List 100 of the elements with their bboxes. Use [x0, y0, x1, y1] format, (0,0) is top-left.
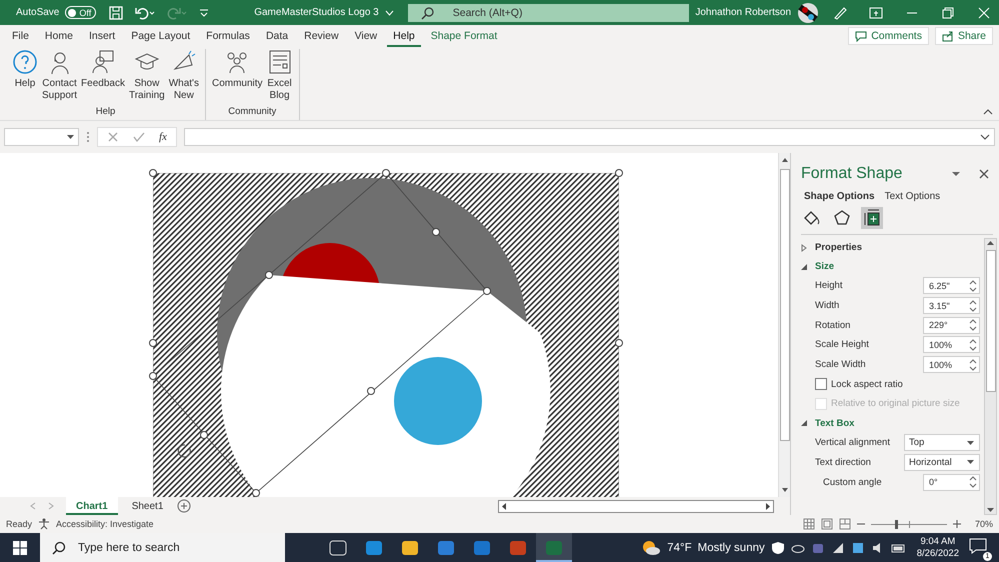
notifications-icon[interactable] [969, 538, 987, 554]
section-header[interactable]: Size [801, 257, 980, 276]
field-label: Height [815, 280, 844, 292]
start-icon[interactable] [12, 540, 28, 556]
ribbon-tab[interactable]: Shape Format [424, 25, 504, 47]
panel-title: Format Shape [801, 165, 902, 183]
ribbon-tab[interactable]: Page Layout [125, 25, 196, 47]
ribbon-tab[interactable]: Review [298, 25, 345, 47]
ribbon-button[interactable]: Help [10, 49, 40, 102]
comments-button[interactable]: Comments [848, 27, 929, 45]
spin-arrows-icon[interactable] [969, 338, 977, 351]
spin-arrows-icon[interactable] [969, 358, 977, 371]
ribbon-button[interactable]: Show Training [126, 49, 167, 102]
normal-view-icon[interactable] [802, 518, 815, 530]
ribbon-tab[interactable]: Help [387, 25, 421, 47]
field-label: Rotation [815, 320, 852, 331]
insert-function-button[interactable]: fx [159, 131, 167, 143]
panel-tab[interactable]: Shape Options [804, 191, 875, 202]
save-icon[interactable] [108, 4, 124, 20]
dropdown[interactable]: Horizontal [904, 454, 980, 471]
close-icon[interactable] [976, 4, 992, 20]
group-label: Community [228, 106, 276, 117]
formula-input[interactable] [184, 128, 995, 146]
accessibility-status[interactable]: Accessibility: Investigate [56, 519, 154, 529]
spin-field[interactable]: 100% [923, 336, 980, 354]
collapsed-icon [801, 244, 809, 252]
collapse-ribbon-icon[interactable] [983, 108, 993, 116]
checkbox-label: Relative to original picture size [831, 398, 960, 410]
status-mode: Ready [6, 519, 32, 529]
clock-time[interactable]: 9:04 AM [920, 536, 956, 548]
size-properties-tab[interactable] [861, 207, 883, 229]
ribbon-tab[interactable]: View [348, 25, 384, 47]
share-icon [942, 30, 954, 42]
expanded-icon [801, 420, 809, 426]
taskbar-search-field[interactable]: Type here to search [40, 533, 285, 562]
pen-icon[interactable] [832, 4, 848, 20]
shield-icon[interactable] [770, 540, 785, 554]
logo-drawing[interactable] [149, 169, 623, 500]
temperature: 74°F [667, 542, 692, 554]
sheet-tab[interactable]: Sheet1 [122, 497, 174, 515]
spin-arrows-icon[interactable] [969, 319, 977, 332]
ribbon-tab[interactable]: Home [38, 25, 79, 47]
ribbon-button[interactable]: Feedback [79, 49, 127, 102]
search-field[interactable]: Search (Alt+Q) [408, 4, 689, 22]
comment-icon [855, 30, 868, 42]
weather-icon[interactable] [641, 538, 662, 556]
spin-arrows-icon[interactable] [969, 476, 977, 488]
spin-arrows-icon[interactable] [969, 280, 977, 292]
ribbon-button[interactable]: Contact Support [40, 49, 80, 102]
chevron-down-icon[interactable] [384, 10, 394, 16]
page-break-icon[interactable] [838, 518, 851, 530]
zoom-level[interactable]: 70% [974, 519, 993, 529]
autosave-toggle[interactable]: Off [65, 6, 96, 19]
document-title[interactable]: GameMasterStudios Logo 3 [254, 7, 379, 18]
dropdown-arrow-icon [967, 459, 975, 466]
restore-icon[interactable] [940, 4, 956, 20]
share-button[interactable]: Share [934, 27, 993, 45]
weather-condition: Mostly sunny [698, 542, 765, 554]
wifi-icon[interactable] [830, 540, 845, 554]
page-layout-icon[interactable] [820, 518, 833, 530]
zoom-in-icon[interactable] [952, 520, 961, 528]
help-icon [12, 49, 38, 75]
taskbar-app-button[interactable] [536, 533, 572, 562]
horizontal-scrollbar[interactable] [498, 500, 774, 512]
spin-field[interactable]: 3.15" [923, 297, 980, 314]
field-label: Width [815, 300, 840, 312]
ribbon-button[interactable]: Excel Blog [264, 49, 295, 102]
panel-tab[interactable]: Text Options [884, 191, 940, 202]
ribbon-tab[interactable]: File [6, 25, 35, 47]
spin-field[interactable]: 100% [923, 356, 980, 374]
avatar-icon[interactable] [797, 2, 819, 24]
scrollbar-thumb[interactable] [986, 250, 996, 392]
add-sheet-icon[interactable] [177, 499, 192, 513]
scrollbar-thumb[interactable] [780, 169, 790, 441]
panel-menu-icon[interactable] [951, 170, 961, 178]
checkbox-label: Lock aspect ratio [831, 378, 903, 390]
ribbon-button[interactable]: What's New [166, 49, 201, 102]
search-icon [420, 6, 435, 20]
spin-field[interactable]: 6.25" [923, 277, 980, 294]
spin-field[interactable]: 0° [923, 474, 980, 491]
dropdown[interactable]: Top [904, 434, 980, 452]
ribbon-tab[interactable]: Insert [82, 25, 122, 47]
checkbox[interactable] [815, 378, 827, 390]
spin-arrows-icon[interactable] [969, 300, 977, 312]
ribbon-tab[interactable]: Formulas [200, 25, 256, 47]
expand-icon[interactable] [980, 133, 990, 141]
grip-icon [86, 130, 90, 144]
spin-field[interactable]: 229° [923, 316, 980, 334]
autosave-label: AutoSave [16, 7, 60, 18]
ribbon-button[interactable]: Community [210, 49, 265, 102]
accessibility-icon[interactable] [38, 518, 50, 530]
clock-date[interactable]: 8/26/2022 [916, 548, 959, 560]
sheet-tab[interactable]: Chart1 [66, 497, 118, 515]
close-icon[interactable] [979, 169, 989, 179]
ribbon-display-icon[interactable] [868, 4, 884, 20]
scroll-up-icon[interactable] [986, 239, 995, 248]
section-header[interactable]: Text Box [801, 414, 980, 433]
ribbon-tab[interactable]: Data [260, 25, 294, 47]
expanded-icon [801, 264, 809, 270]
section-header[interactable]: Properties [801, 238, 980, 257]
